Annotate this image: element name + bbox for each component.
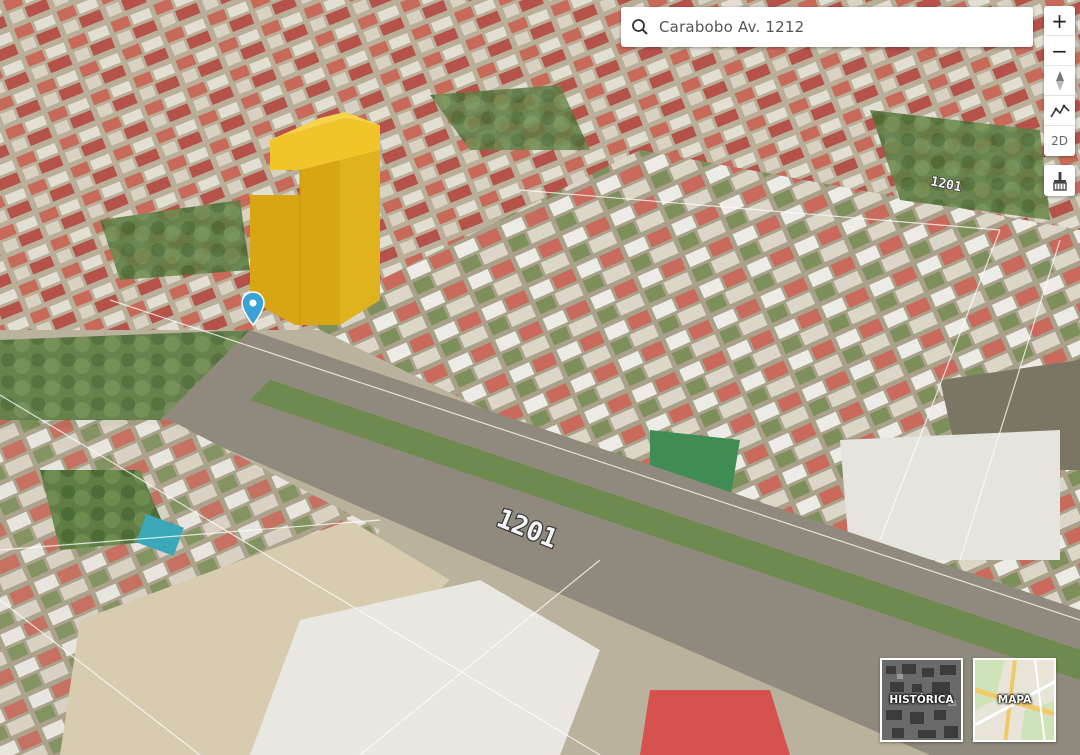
- view-2d-button[interactable]: 2D: [1044, 126, 1075, 156]
- search-icon: [632, 19, 648, 35]
- address-search-box[interactable]: [621, 7, 1033, 47]
- zoom-out-button[interactable]: −: [1044, 36, 1075, 66]
- map-label: MAPA: [997, 694, 1032, 706]
- clear-broom-icon: [1052, 171, 1067, 191]
- search-input[interactable]: [657, 17, 1021, 37]
- layer-historic[interactable]: HISTÓRICA: [880, 658, 963, 742]
- map-3d-view[interactable]: 1201 1201: [0, 0, 1080, 755]
- map-controls: + − 2D: [1044, 6, 1075, 156]
- layer-map[interactable]: MAPA: [973, 658, 1056, 742]
- clear-button[interactable]: [1044, 165, 1075, 196]
- compass-icon: [1055, 70, 1064, 91]
- historic-label: HISTÓRICA: [889, 694, 954, 706]
- elevation-profile-button[interactable]: [1044, 96, 1075, 126]
- elevation-profile-icon: [1049, 104, 1070, 117]
- compass-button[interactable]: [1044, 66, 1075, 96]
- zoom-in-button[interactable]: +: [1044, 6, 1075, 36]
